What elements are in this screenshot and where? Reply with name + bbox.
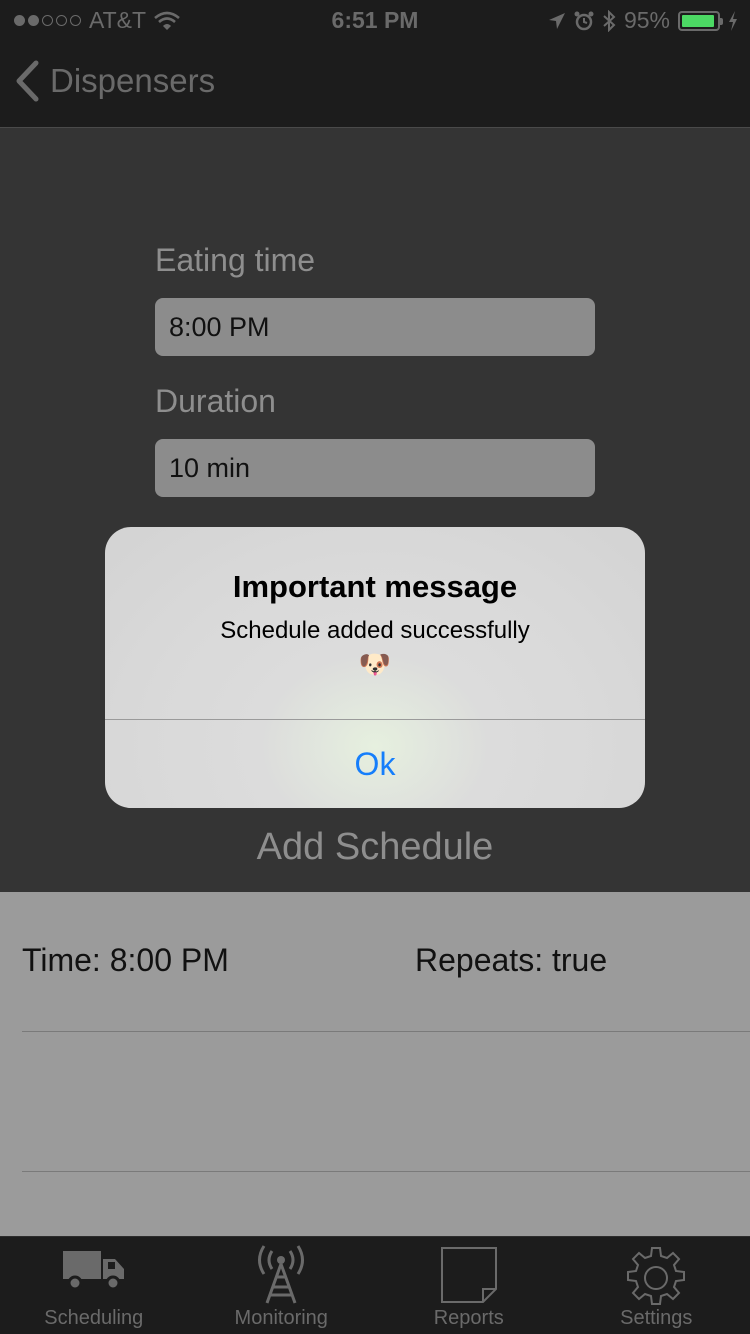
battery-level-fill: [682, 14, 715, 27]
gear-icon: [627, 1247, 686, 1305]
status-right: 95%: [548, 7, 738, 34]
eating-time-field[interactable]: 8:00 PM: [155, 298, 595, 356]
location-icon: [548, 12, 565, 29]
schedule-list: Time: 8:00 PM Repeats: true: [0, 892, 750, 1236]
antenna-icon: [258, 1245, 305, 1304]
schedule-time: Time: 8:00 PM: [22, 942, 229, 978]
duration-field[interactable]: 10 min: [155, 439, 595, 497]
tab-bar: Scheduling Monitoring Reports Settings: [0, 1236, 750, 1334]
back-button-label: Dispensers: [50, 62, 216, 99]
tab-label: Settings: [620, 1307, 693, 1329]
battery-icon: [678, 10, 723, 31]
list-item-empty: [0, 1032, 750, 1172]
tab-monitoring[interactable]: Monitoring: [188, 1237, 376, 1334]
chevron-left-icon: [16, 60, 39, 102]
dog-emoji-icon: 🐶: [358, 649, 392, 679]
navigation-bar: Dispensers: [0, 40, 750, 128]
truck-icon: [62, 1251, 124, 1291]
eating-time-label: Eating time: [155, 242, 316, 278]
battery-percent: 95%: [623, 7, 670, 33]
alert-message: Schedule added successfully: [220, 617, 530, 644]
document-icon: [440, 1247, 497, 1303]
tab-label: Monitoring: [234, 1307, 328, 1329]
status-bar: AT&T 6:51 PM 95%: [0, 0, 750, 40]
bluetooth-icon: [603, 9, 616, 32]
add-schedule-button[interactable]: Add Schedule: [0, 826, 750, 869]
alert-ok-button[interactable]: Ok: [105, 720, 645, 808]
alert-title: Important message: [232, 569, 518, 604]
tab-scheduling[interactable]: Scheduling: [0, 1237, 188, 1334]
back-button[interactable]: Dispensers: [14, 60, 215, 102]
tab-label: Reports: [433, 1307, 504, 1329]
tab-reports[interactable]: Reports: [375, 1237, 563, 1334]
tab-label: Scheduling: [44, 1307, 144, 1329]
schedule-repeats: Repeats: true: [415, 942, 608, 978]
duration-label: Duration: [155, 383, 276, 419]
list-item[interactable]: Time: 8:00 PM Repeats: true: [0, 892, 750, 1032]
alert-dialog: Important message Schedule added success…: [105, 527, 645, 808]
row-divider: [22, 1171, 750, 1172]
alarm-icon: [574, 11, 594, 30]
tab-settings[interactable]: Settings: [563, 1237, 750, 1334]
charging-icon: [729, 10, 737, 31]
